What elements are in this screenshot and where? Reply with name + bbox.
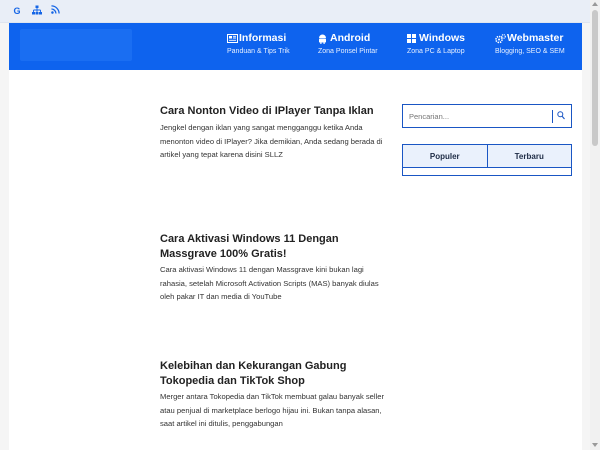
article-title[interactable]: Kelebihan dan Kekurangan Gabung Tokopedi… xyxy=(160,359,390,389)
article-card: Kelebihan dan Kekurangan Gabung Tokopedi… xyxy=(19,359,390,450)
tab-terbaru[interactable]: Terbaru xyxy=(486,145,572,167)
rss-icon[interactable] xyxy=(49,5,61,17)
site-header: Informasi Panduan & Tips Trik Android Zo… xyxy=(9,23,582,70)
article-excerpt: Cara aktivasi Windows 11 dengan Massgrav… xyxy=(160,265,379,301)
nav-subtitle: Panduan & Tips Trik xyxy=(227,48,290,55)
search-divider xyxy=(552,110,553,123)
nav-subtitle: Zona Ponsel Pintar xyxy=(318,48,378,55)
tab-panel xyxy=(402,168,572,176)
top-bar: G xyxy=(0,0,590,23)
search-icon[interactable] xyxy=(557,111,567,122)
article-excerpt: Merger antara Tokopedia dan TikTok membu… xyxy=(160,392,385,428)
article-thumbnail[interactable] xyxy=(19,359,147,450)
scroll-up-icon[interactable] xyxy=(592,2,598,6)
cogs-icon xyxy=(495,33,506,43)
nav-item-informasi[interactable]: Informasi Panduan & Tips Trik xyxy=(227,31,290,55)
nav-subtitle: Blogging, SEO & SEM xyxy=(495,48,565,55)
main-content: Cara Nonton Video di IPlayer Tanpa Iklan… xyxy=(9,70,582,450)
sitemap-icon[interactable] xyxy=(31,5,43,17)
article-title[interactable]: Cara Aktivasi Windows 11 Dengan Massgrav… xyxy=(160,232,390,262)
nav-item-android[interactable]: Android Zona Ponsel Pintar xyxy=(318,31,378,55)
nav-title: Webmaster xyxy=(507,32,564,44)
search-box xyxy=(402,104,572,128)
sidebar-tabs: Populer Terbaru xyxy=(402,144,572,168)
site-logo[interactable] xyxy=(20,29,132,61)
article-thumbnail[interactable] xyxy=(19,232,147,332)
scrollbar-thumb[interactable] xyxy=(592,10,598,146)
nav-title: Android xyxy=(330,32,371,44)
google-icon[interactable]: G xyxy=(11,5,23,17)
article-card: Cara Aktivasi Windows 11 Dengan Massgrav… xyxy=(19,232,389,342)
nav-title: Windows xyxy=(419,32,465,44)
article-excerpt: Jengkel dengan iklan yang sangat menggan… xyxy=(160,123,383,159)
nav-subtitle: Zona PC & Laptop xyxy=(407,48,465,55)
tab-populer[interactable]: Populer xyxy=(403,145,487,167)
article-card: Cara Nonton Video di IPlayer Tanpa Iklan… xyxy=(19,104,389,214)
nav-item-webmaster[interactable]: Webmaster Blogging, SEO & SEM xyxy=(495,31,565,55)
page-scrollbar[interactable] xyxy=(590,0,600,450)
windows-icon xyxy=(407,33,416,43)
article-thumbnail[interactable] xyxy=(19,104,147,204)
article-title[interactable]: Cara Nonton Video di IPlayer Tanpa Iklan xyxy=(160,104,390,119)
scroll-down-icon[interactable] xyxy=(592,443,598,447)
android-icon xyxy=(318,34,327,44)
newspaper-icon xyxy=(227,33,238,43)
nav-item-windows[interactable]: Windows Zona PC & Laptop xyxy=(407,31,465,55)
search-input[interactable] xyxy=(409,110,549,122)
nav-title: Informasi xyxy=(239,32,287,44)
